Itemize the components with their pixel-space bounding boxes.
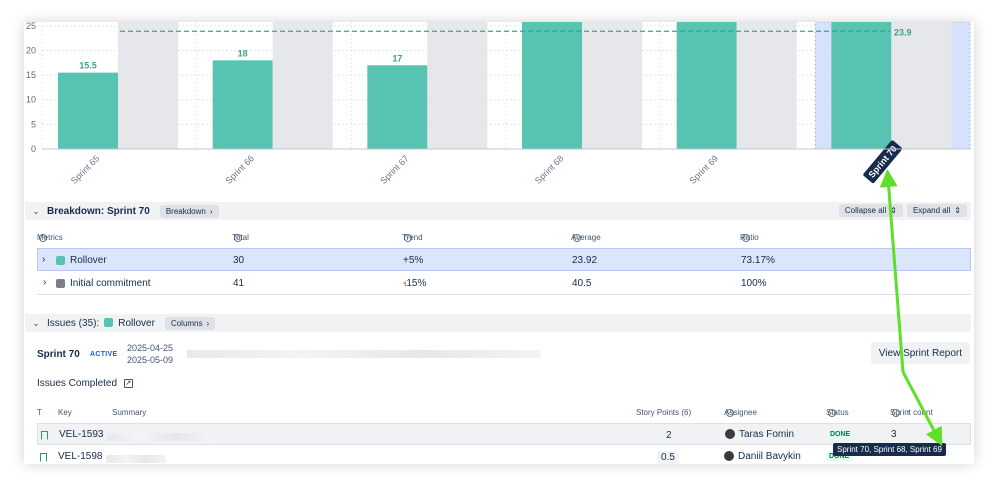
annotation-arrow-down [901,371,943,446]
annotation-arrows [879,169,943,446]
annotation-arrow-up [879,169,905,373]
